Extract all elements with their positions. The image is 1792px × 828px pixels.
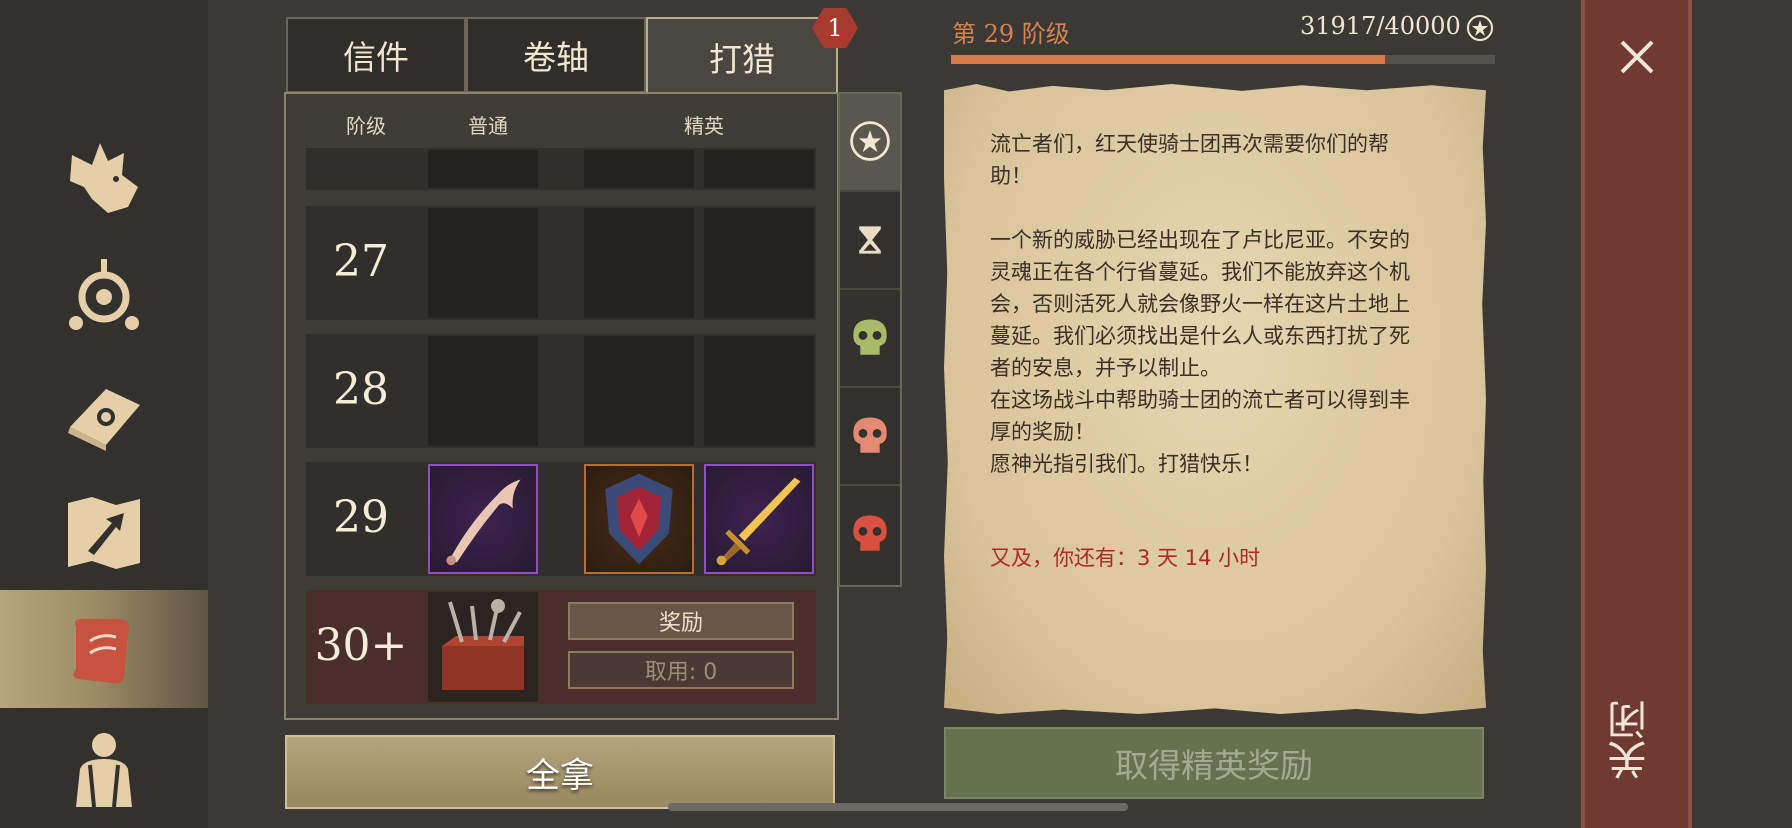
reward-slot [428,150,538,188]
nav-wolf-button[interactable] [0,118,208,236]
tab-green-skull[interactable] [840,290,900,388]
tab-letters[interactable]: 信件 [286,17,466,93]
reward-slot [428,336,538,446]
xp-counter: 31917/40000 [1300,12,1461,40]
take-all-label: 全拿 [526,755,594,796]
dragon-shield-icon [605,473,673,565]
header-elite: 精英 [684,114,724,138]
reward-slot [584,150,694,188]
reward-slot [428,208,538,318]
category-tabs [838,92,902,587]
tab-label: 卷轴 [523,38,589,77]
skull-red-icon [853,515,887,551]
reward-button[interactable]: 奖励 [568,602,794,640]
tab-red-skull[interactable] [840,486,900,582]
reward-slot [584,208,694,318]
scroll-quill-icon [73,619,129,684]
bone-scythe-icon [446,479,521,566]
claimed-count-label: 取用: 0 [644,660,718,685]
tab-orange-skull[interactable] [840,388,900,486]
side-navigation [0,0,208,828]
golden-sword-icon [716,477,801,566]
hero-silhouette-icon [76,733,132,808]
claim-elite-label: 取得精英奖励 [1115,746,1313,785]
tier-number: 27 [333,236,389,287]
reward-slot [584,336,694,446]
tier-number: 28 [333,364,389,415]
nav-map-button[interactable] [0,472,208,590]
tab-rank[interactable] [840,94,900,192]
reward-button-label: 奖励 [658,611,703,636]
tab-timer[interactable] [840,192,900,290]
reward-item-elite[interactable] [584,464,694,574]
letter-body: 流亡者们，红天使骑士团再次需要你们的帮助！ 一个新的威胁已经出现在了卢比尼亚。不… [990,132,1410,476]
crosshair-orb-icon [69,259,139,330]
claim-elite-rewards-button[interactable]: 取得精英奖励 [944,727,1484,799]
nav-orb-button[interactable] [0,236,208,354]
nav-book-button[interactable] [0,354,208,472]
weapon-chest-icon [442,599,524,690]
reward-slot[interactable] [428,592,538,702]
xp-progress-fill [951,55,1386,64]
sun-book-icon [68,389,140,451]
skull-green-icon [853,319,887,355]
take-all-button[interactable]: 全拿 [285,735,835,809]
tab-label: 信件 [343,38,409,77]
laurel-star-icon [850,121,890,161]
laurel-star-icon [1467,15,1493,41]
wolf-head-icon [70,143,138,213]
claimed-count-button[interactable]: 取用: 0 [568,651,794,689]
tier-number: 29 [333,492,389,543]
reward-item-elite[interactable] [704,464,814,574]
reward-item-normal[interactable] [428,464,538,574]
reward-slot [704,150,814,188]
home-indicator[interactable] [668,803,1128,811]
xp-progress-bar [951,55,1495,64]
nav-scroll-button[interactable] [0,590,208,708]
map-arrow-icon [68,497,140,569]
header-normal: 普通 [468,114,508,138]
skull-orange-icon [853,417,887,453]
tab-scrolls[interactable]: 卷轴 [466,17,646,93]
reward-slot [704,208,814,318]
level-label: 第 29 阶级 [952,20,1070,48]
close-icon[interactable] [1612,32,1662,82]
tab-label: 打猎 [709,40,775,79]
reward-slot [704,336,814,446]
nav-hero-button[interactable] [0,708,208,826]
header-tier: 阶级 [346,114,386,138]
close-label[interactable]: 关闭 [1602,700,1660,780]
hourglass-icon [859,226,881,254]
tier-number: 30+ [314,620,408,671]
tab-hunting[interactable]: 打猎 [646,17,838,95]
time-remaining: 又及，你还有：3 天 14 小时 [990,546,1261,570]
